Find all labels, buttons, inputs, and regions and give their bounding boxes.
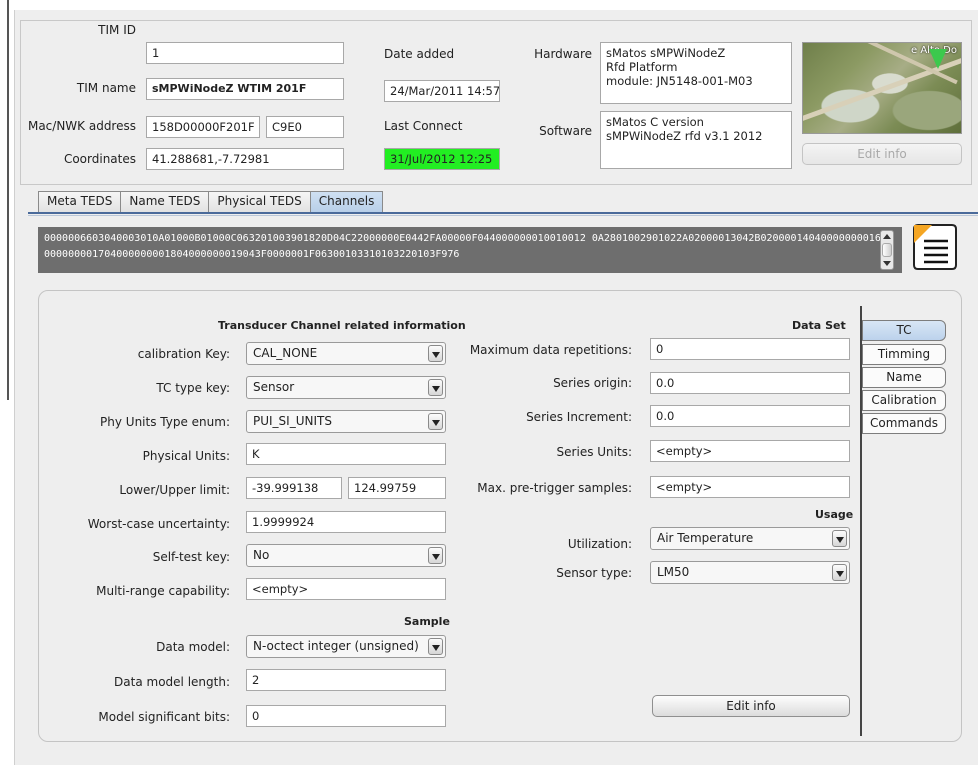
data-model-select[interactable]: N-octect integer (unsigned) [246,635,446,658]
worst-case-label: Worst-case uncertainty: [87,517,230,531]
document-icon[interactable] [910,223,960,271]
tim-name-field[interactable]: sMPWiNodeZ WTIM 201F [146,78,344,100]
tc-type-key-label: TC type key: [156,381,230,395]
limits-label: Lower/Upper limit: [119,483,230,497]
mac-address-label: Mac/NWK address [27,119,136,133]
edit-info-button-header[interactable]: Edit info [802,143,962,165]
coordinates-label: Coordinates [63,152,136,166]
phy-units-type-value: PUI_SI_UNITS [253,414,332,428]
calibration-key-label: calibration Key: [137,347,230,361]
model-sig-bits-field[interactable]: 0 [246,705,446,727]
tim-id-field[interactable]: 1 [146,42,344,64]
chevron-down-icon[interactable] [428,547,443,564]
series-units-label: Series Units: [556,445,632,459]
last-connect-field: 31/Jul/2012 12:25 [384,148,500,170]
physical-units-label: Physical Units: [142,449,230,463]
scroll-down-icon[interactable] [883,261,891,266]
side-tab-calibration[interactable]: Calibration [862,390,946,411]
utilization-value: Air Temperature [657,531,754,545]
last-connect-label: Last Connect [384,119,463,133]
section-title-data-set: Data Set [792,319,846,332]
model-sig-bits-label: Model significant bits: [98,710,230,724]
sensor-type-value: LM50 [657,565,690,579]
chevron-down-icon[interactable] [832,530,847,547]
tab-channels[interactable]: Channels [309,191,384,212]
section-title-channel: Transducer Channel related information [218,319,466,332]
max-repetitions-label: Maximum data repetitions: [469,343,632,357]
series-origin-label: Series origin: [553,376,632,390]
tab-physical-teds[interactable]: Physical TEDS [208,191,311,212]
coordinates-field[interactable]: 41.288681,-7.72981 [146,148,344,170]
chevron-down-icon[interactable] [428,638,443,655]
series-origin-field[interactable]: 0.0 [650,372,850,394]
date-added-label: Date added [384,47,455,61]
software-label: Software [539,124,592,138]
software-field: sMatos C version sMPWiNodeZ rfd v3.1 201… [600,111,792,169]
tc-type-key-select[interactable]: Sensor [246,376,446,399]
side-tab-commands[interactable]: Commands [862,413,946,434]
map-pin-icon [929,49,947,69]
chevron-down-icon[interactable] [428,413,443,430]
teds-tabs: Meta TEDS Name TEDS Physical TEDS Channe… [38,191,384,212]
physical-units-field[interactable]: K [246,443,446,465]
worst-case-field[interactable]: 1.9999924 [246,511,446,533]
calibration-key-select[interactable]: CAL_NONE [246,342,446,365]
utilization-select[interactable]: Air Temperature [650,527,850,550]
max-pretrigger-label: Max. pre-trigger samples: [477,481,632,495]
section-title-sample: Sample [404,615,450,628]
tim-name-label: TIM name [76,81,136,95]
phy-units-type-select[interactable]: PUI_SI_UNITS [246,410,446,433]
multi-range-label: Multi-range capability: [96,584,230,598]
chevron-down-icon[interactable] [428,379,443,396]
self-test-value: No [253,548,270,562]
upper-limit-field[interactable]: 124.99759 [348,477,446,499]
data-model-length-field[interactable]: 2 [246,669,446,691]
date-added-field: 24/Mar/2011 14:57 [384,80,500,102]
data-model-label: Data model: [156,640,230,654]
raw-teds-hex[interactable]: 0000006603040003010A01000B01000C06320100… [38,227,902,273]
side-tab-tc[interactable]: TC [862,320,946,341]
tim-id-label: TIM ID [98,23,136,37]
utilization-label: Utilization: [567,537,632,551]
series-units-field[interactable]: <empty> [650,440,850,462]
section-title-usage: Usage [815,508,854,521]
data-model-length-label: Data model length: [114,675,230,689]
lower-limit-field[interactable]: -39.999138 [246,477,342,499]
mac-address-field[interactable]: 158D00000F201F [146,116,260,138]
phy-units-type-label: Phy Units Type enum: [100,415,230,429]
self-test-select[interactable]: No [246,544,446,567]
tab-meta-teds[interactable]: Meta TEDS [38,191,122,212]
side-tab-name[interactable]: Name [862,367,946,388]
max-pretrigger-field[interactable]: <empty> [650,476,850,498]
chevron-down-icon[interactable] [428,345,443,362]
raw-teds-scrollbar[interactable] [880,230,894,270]
tab-underline-secondary [28,215,978,216]
hardware-field: sMatos sMPWiNodeZ Rfd Platform module: J… [600,42,792,104]
series-increment-field[interactable]: 0.0 [650,405,850,427]
calibration-key-value: CAL_NONE [253,346,318,360]
tab-underline [28,212,978,214]
multi-range-field[interactable]: <empty> [246,578,446,600]
scroll-thumb[interactable] [882,243,892,257]
nwk-address-field[interactable]: C9E0 [266,116,344,138]
tc-type-key-value: Sensor [253,380,295,394]
tab-name-teds[interactable]: Name TEDS [120,191,210,212]
side-tab-timming[interactable]: Timming [862,344,946,365]
hardware-label: Hardware [534,47,592,61]
scroll-up-icon[interactable] [883,234,891,239]
chevron-down-icon[interactable] [832,564,847,581]
self-test-label: Self-test key: [152,550,230,564]
sensor-type-label: Sensor type: [556,566,632,580]
data-model-value: N-octect integer (unsigned) [253,639,419,653]
series-increment-label: Series Increment: [526,410,632,424]
edit-info-button[interactable]: Edit info [652,695,850,717]
location-map-thumbnail[interactable]: e Alto Do [802,42,962,134]
window-edge [0,0,14,765]
max-repetitions-field[interactable]: 0 [650,338,850,360]
sensor-type-select[interactable]: LM50 [650,561,850,584]
